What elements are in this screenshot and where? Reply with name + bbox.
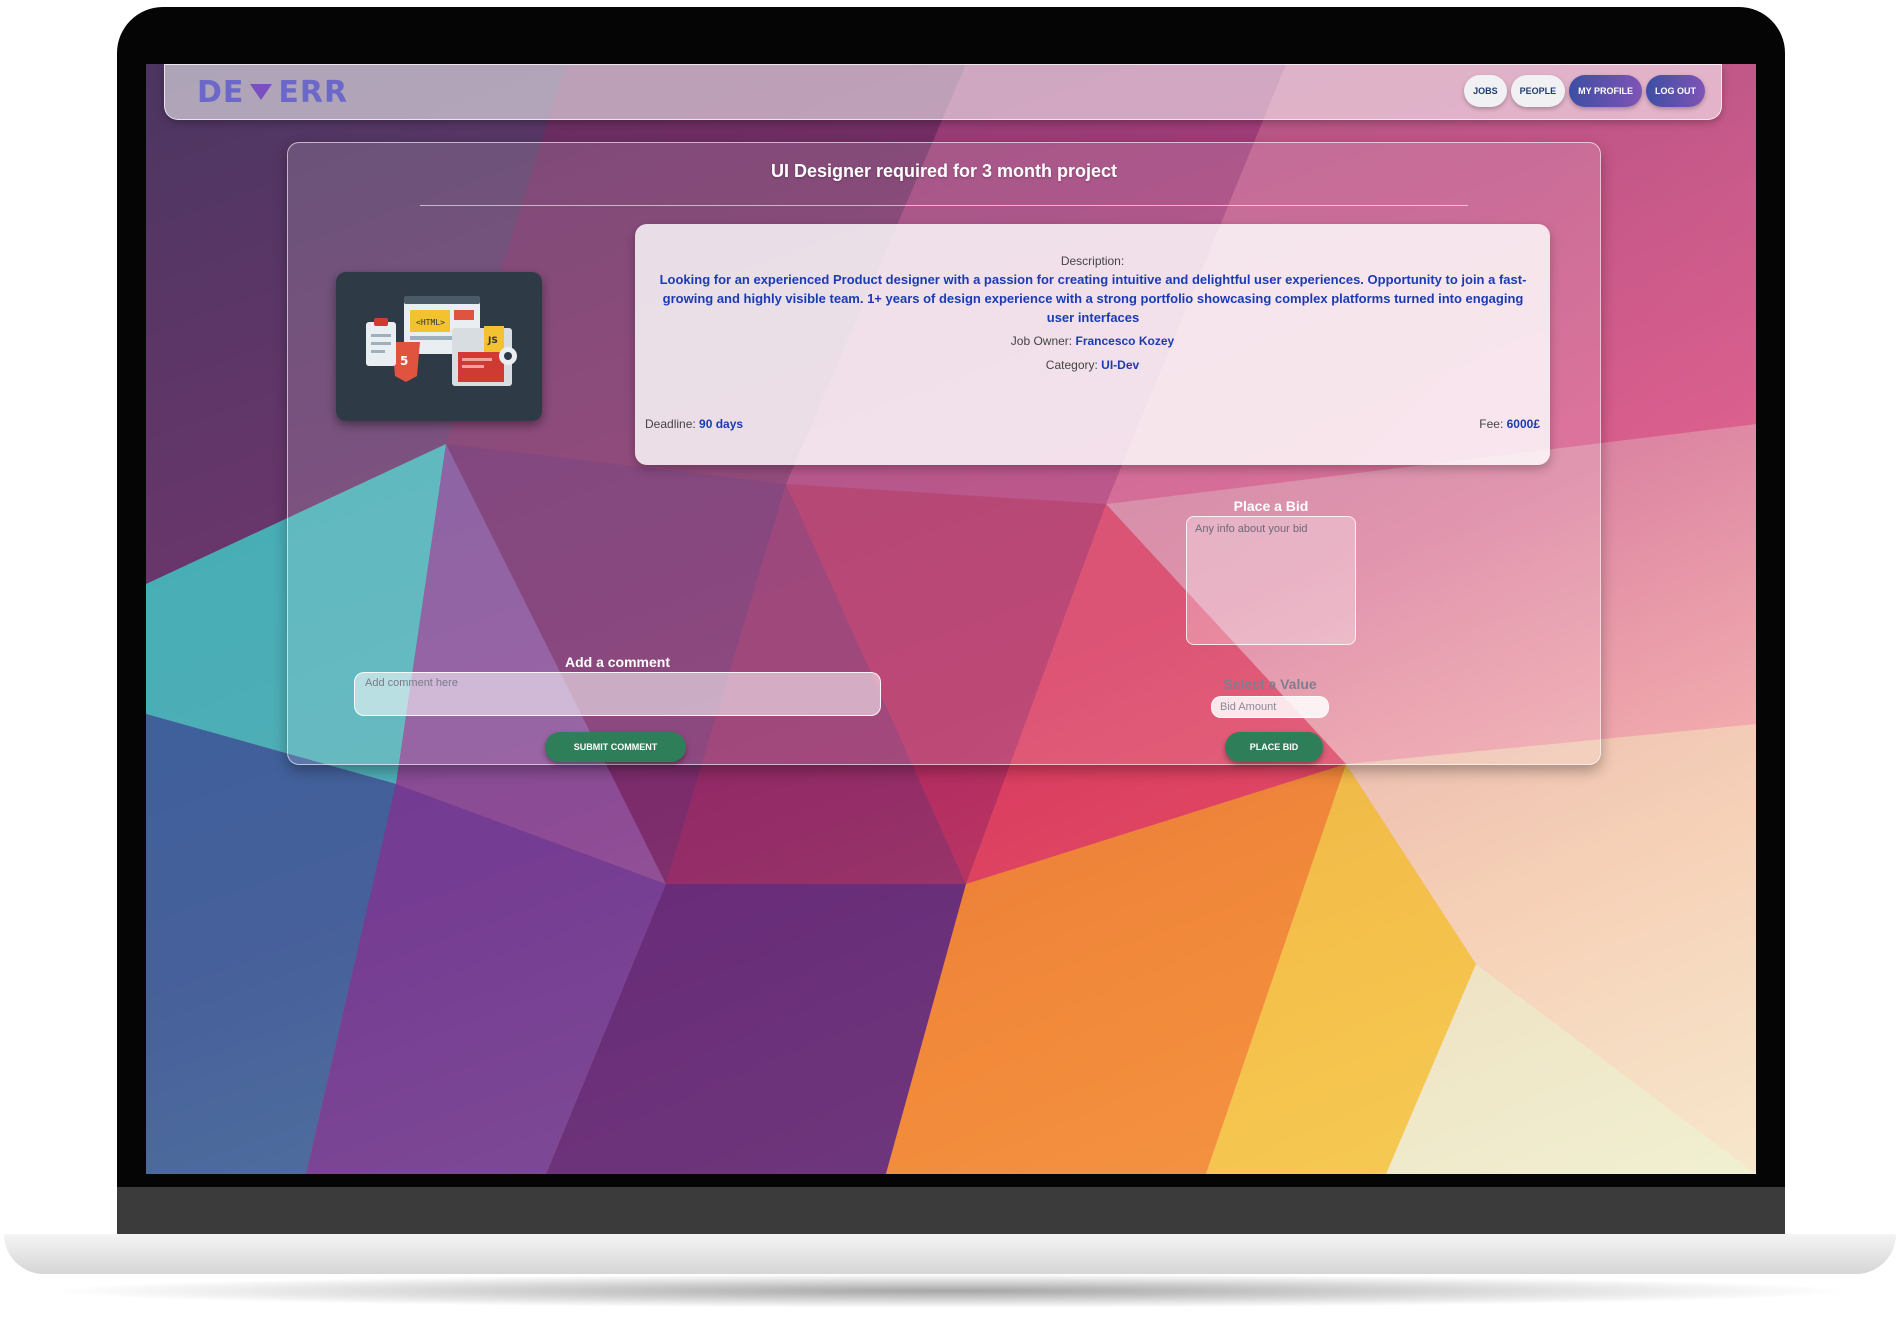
job-owner-name: Francesco Kozey [1075,334,1175,348]
laptop-screen: DE ERR JOBS PEOPLE MY PROFILE LOG OUT UI… [146,64,1756,1174]
title-divider [420,205,1468,206]
logo-text-left: DE [197,74,245,110]
description-label: Description: [1060,254,1125,268]
svg-text:<HTML>: <HTML> [416,318,445,327]
place-bid-heading: Place a Bid [1233,498,1309,514]
svg-text:5: 5 [400,354,408,368]
app-logo[interactable]: DE ERR [197,73,348,111]
place-bid-section: Place a Bid [1186,498,1356,645]
nav-people-button[interactable]: PEOPLE [1510,75,1566,107]
job-details-panel: Description: Looking for an experienced … [635,224,1550,465]
job-illustration: <HTML> JS 5 [336,272,542,421]
html5-icon: 5 [392,342,420,382]
logo-text-right: ERR [278,74,349,110]
bid-amount-input[interactable] [1211,696,1329,718]
laptop-base [4,1234,1896,1274]
logo-triangle-icon [250,84,273,100]
nav-buttons: JOBS PEOPLE MY PROFILE LOG OUT [1464,75,1705,107]
nav-my-profile-button[interactable]: MY PROFILE [1569,75,1642,107]
comment-input[interactable] [354,672,881,716]
deadline-line: Deadline: 90 days [645,417,743,431]
submit-comment-button[interactable]: SUBMIT COMMENT [545,732,686,762]
comment-section: Add a comment [354,654,881,716]
select-value-section: Select a Value [1208,676,1332,718]
nav-log-out-button[interactable]: LOG OUT [1646,75,1705,107]
select-value-heading: Select a Value [1223,676,1317,692]
place-bid-button[interactable]: PLACE BID [1225,732,1323,762]
category-value: UI-Dev [1101,358,1140,372]
bid-info-textarea[interactable] [1186,516,1356,645]
deadline-label: Deadline: [645,417,696,431]
fee-label: Fee: [1479,417,1504,431]
laptop-bezel [117,1187,1785,1234]
fee-value: 6000£ [1506,417,1540,431]
laptop-shadow [40,1274,1860,1308]
fee-line: Fee: 6000£ [1479,417,1540,431]
gear-icon [499,347,517,365]
category-label: Category: [1045,358,1098,372]
deadline-value: 90 days [699,417,744,431]
clipboard-icon [366,318,396,366]
description-text: Looking for an experienced Product desig… [659,272,1527,325]
job-title: UI Designer required for 3 month project [770,161,1118,181]
svg-text:JS: JS [487,336,498,346]
category-line: Category: UI-Dev [635,358,1550,372]
add-comment-heading: Add a comment [564,654,670,670]
job-owner-line: Job Owner: Francesco Kozey [635,334,1550,348]
job-card: UI Designer required for 3 month project… [287,142,1601,765]
top-navbar: DE ERR JOBS PEOPLE MY PROFILE LOG OUT [164,64,1722,120]
js-icon: JS [484,326,504,352]
job-owner-label: Job Owner: [1010,334,1073,348]
nav-jobs-button[interactable]: JOBS [1464,75,1507,107]
